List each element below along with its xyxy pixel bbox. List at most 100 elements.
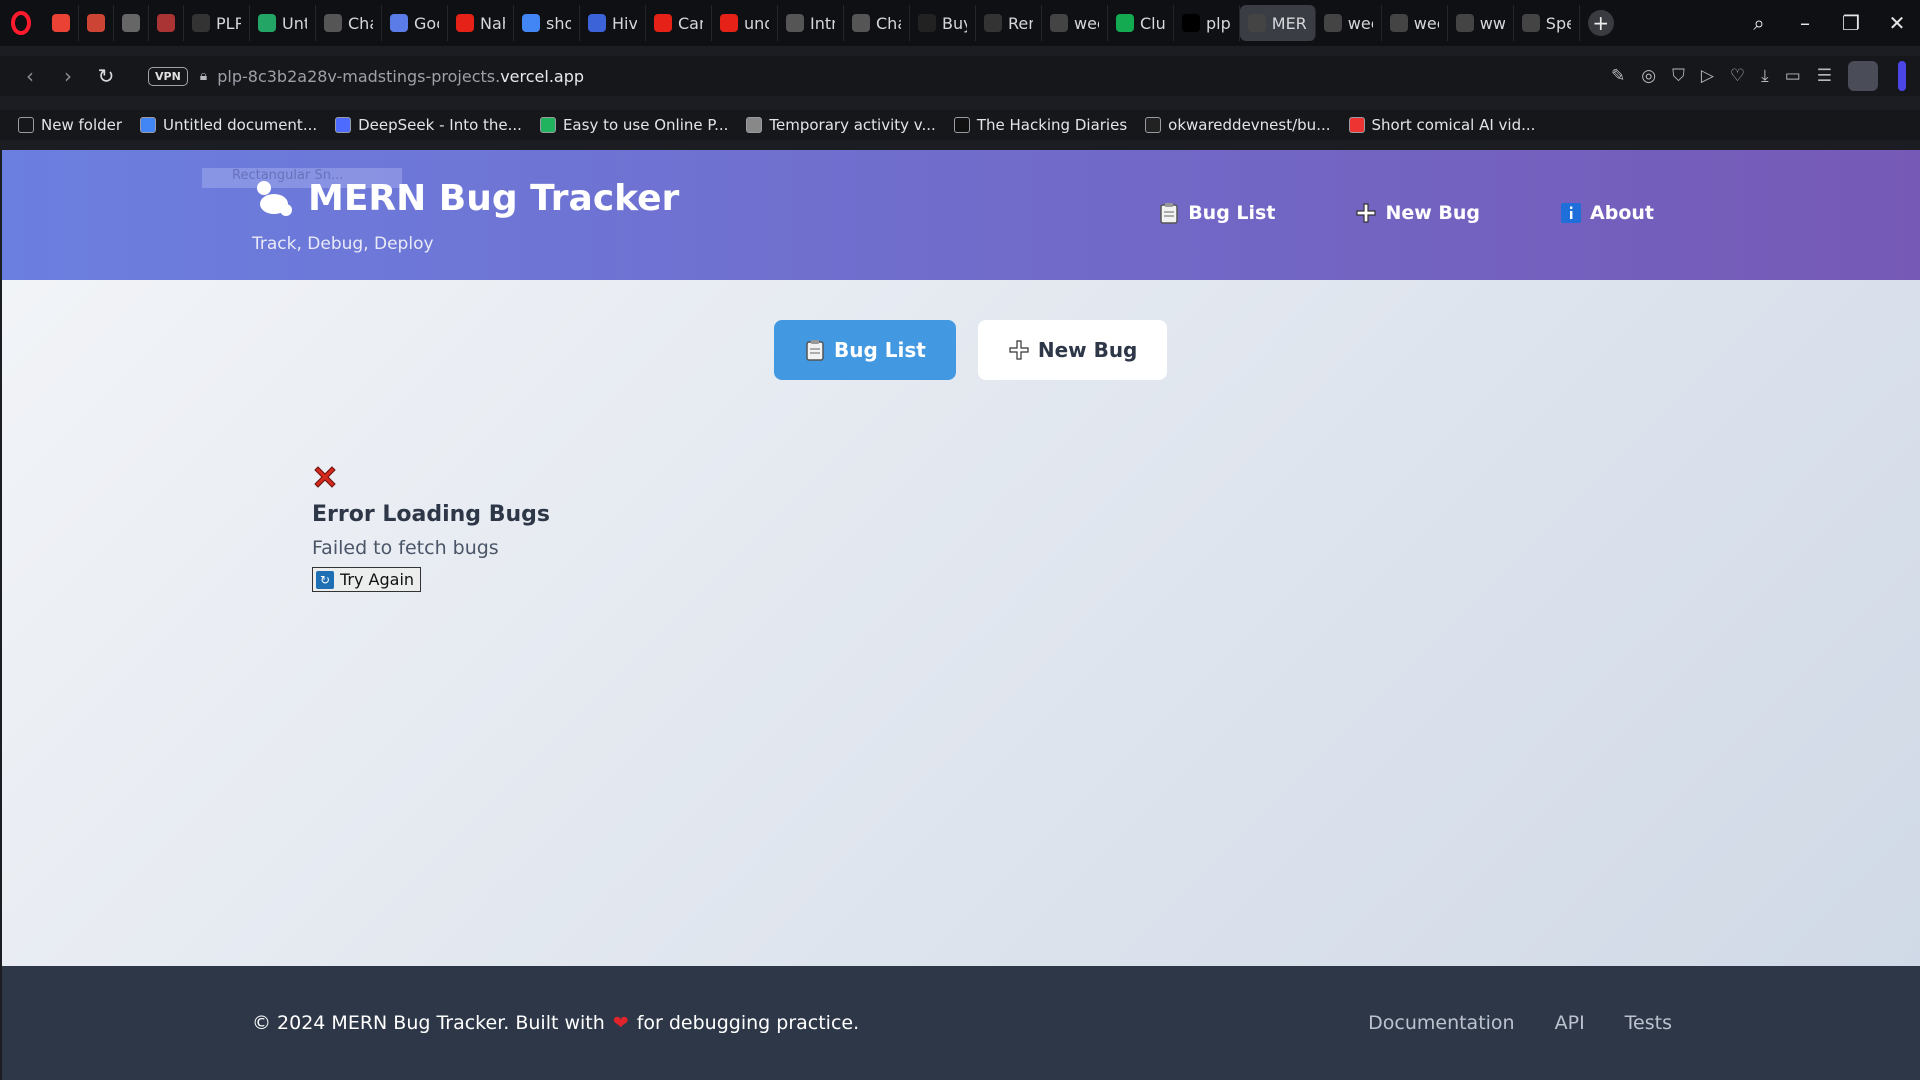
forward-button[interactable]: › [52, 60, 84, 92]
close-window-button[interactable]: ✕ [1874, 11, 1920, 35]
battery-icon[interactable]: ▭ [1785, 66, 1801, 86]
opera-menu-icon[interactable] [6, 8, 36, 38]
new-bug-button[interactable]: New Bug [977, 320, 1168, 380]
url-field[interactable]: plp-8c3b2a28v-madstings-projects.vercel.… [217, 67, 584, 86]
browser-tab[interactable]: Nah [448, 5, 514, 41]
browser-tab-label: www [1479, 13, 1505, 33]
bookmark-item[interactable]: New folder [18, 116, 122, 134]
brand[interactable]: MERN Bug Tracker [250, 176, 679, 220]
bookmark-label: The Hacking Diaries [976, 116, 1128, 134]
browser-tab[interactable]: Goo [382, 5, 448, 41]
github-icon [1145, 117, 1162, 133]
nav-new-bug-label: New Bug [1385, 202, 1481, 224]
browser-tab-label: wee [1413, 13, 1439, 33]
youtube-icon [456, 14, 474, 32]
browser-tab[interactable]: wee [1316, 5, 1382, 41]
browser-tab-label: Goo [414, 13, 439, 33]
browser-tab[interactable]: Can [646, 5, 712, 41]
browser-tab[interactable]: und [712, 5, 778, 41]
restore-button[interactable]: ❐ [1828, 11, 1874, 35]
search-tabs-icon[interactable]: ⌕ [1736, 11, 1782, 35]
browser-tab[interactable] [79, 5, 114, 41]
footer-links: Documentation API Tests [1368, 1012, 1672, 1034]
bookmarks-bar: New folder Untitled document... DeepSeek -… [0, 110, 1920, 140]
browser-tab[interactable]: wee [1382, 5, 1448, 41]
browser-tab[interactable] [114, 5, 149, 41]
app-footer: © 2024 MERN Bug Tracker. Built with ❤ fo… [2, 966, 1920, 1080]
browser-tab[interactable]: Clus [1108, 5, 1174, 41]
bookmark-item[interactable]: DeepSeek - Into the... [335, 116, 522, 134]
reload-button[interactable]: ↻ [90, 60, 122, 92]
nav-new-bug[interactable]: New Bug [1355, 202, 1480, 224]
browser-tab[interactable]: plp [1174, 5, 1240, 41]
browser-tab[interactable]: Unti [250, 5, 316, 41]
youtube-icon [654, 14, 672, 32]
browser-tab-label: Cha [348, 13, 373, 33]
minimize-button[interactable]: – [1782, 11, 1828, 35]
new-tab-button[interactable]: + [1587, 10, 1614, 36]
globe-icon [1389, 14, 1408, 32]
profile-avatar[interactable] [1848, 61, 1878, 91]
bookmark-item[interactable]: Temporary activity v... [746, 116, 936, 134]
browser-tab-label: PLP [216, 13, 241, 33]
play-icon[interactable]: ▷ [1701, 66, 1714, 86]
browser-tab[interactable]: Ren [976, 5, 1042, 41]
plus-icon [1355, 202, 1377, 224]
bookmark-item[interactable]: Untitled document... [140, 116, 317, 134]
nav-about[interactable]: About [1560, 202, 1654, 224]
browser-tab[interactable] [149, 5, 184, 41]
sidebar-toggle[interactable] [1898, 61, 1906, 91]
browser-tab-bar: PLP Unti Cha Goo Nah shov Hive Can und Intro Cha Bu… [0, 0, 1920, 46]
browser-tab[interactable]: PLP [184, 5, 250, 41]
bug-list-button[interactable]: Bug List [774, 320, 956, 380]
browser-tab[interactable]: MER [1239, 5, 1316, 41]
try-again-button[interactable]: ↻ Try Again [312, 567, 422, 592]
vpn-badge[interactable]: VPN [148, 66, 188, 86]
browser-tab[interactable] [44, 5, 79, 41]
lock-icon[interactable]: 🔒︎ [200, 68, 207, 84]
camera-icon[interactable]: ◎ [1641, 66, 1656, 86]
back-button[interactable]: ‹ [14, 60, 46, 92]
s-icon [539, 117, 556, 133]
browser-tab[interactable]: Hive [580, 5, 646, 41]
render-icon [984, 14, 1002, 32]
ai-icon [1348, 117, 1365, 133]
try-again-label: Try Again [340, 570, 415, 589]
url-domain: vercel.app [500, 66, 585, 86]
download-icon[interactable]: ⤓ [1761, 66, 1769, 86]
footer-link-documentation[interactable]: Documentation [1368, 1012, 1514, 1034]
edit-icon[interactable]: ✎ [1611, 66, 1625, 86]
browser-tab[interactable]: Buy [910, 5, 976, 41]
browser-tab[interactable]: Intro [778, 5, 844, 41]
app-title: MERN Bug Tracker [308, 177, 680, 219]
browser-tab[interactable]: www [1448, 5, 1514, 41]
bookmark-item[interactable]: Easy to use Online P... [539, 116, 729, 134]
browser-tab[interactable]: shov [514, 5, 580, 41]
app-icon [87, 14, 105, 32]
globe-icon [1323, 14, 1342, 32]
globe-icon [1247, 14, 1266, 32]
bookmark-label: Easy to use Online P... [562, 116, 729, 134]
footer-link-api[interactable]: API [1555, 1012, 1585, 1034]
browser-tab[interactable]: Spe [1514, 5, 1580, 41]
browser-tab-label: Can [678, 13, 703, 33]
bug-list-button-label: Bug List [834, 338, 926, 362]
github-icon [192, 14, 210, 32]
browser-tab[interactable]: wee [1042, 5, 1108, 41]
browser-tab-label: und [744, 13, 769, 33]
browser-tab-label: Spe [1545, 13, 1571, 33]
chatgpt-icon [324, 14, 342, 32]
bookmark-item[interactable]: Short comical AI vid... [1348, 116, 1535, 134]
browser-tab[interactable]: Cha [316, 5, 382, 41]
footer-link-tests[interactable]: Tests [1625, 1012, 1672, 1034]
bookmark-item[interactable]: The Hacking Diaries [953, 116, 1128, 134]
shield-icon[interactable]: ⛉ [1672, 66, 1685, 86]
browser-tab[interactable]: Cha [844, 5, 910, 41]
gmail-icon [52, 14, 70, 32]
bookmark-item[interactable]: okwareddevnest/bu... [1145, 116, 1331, 134]
nav-bug-list[interactable]: Bug List [1158, 202, 1275, 224]
browser-tab-label: Intro [810, 13, 835, 33]
heart-icon[interactable]: ♡ [1730, 66, 1745, 86]
page-viewport: Rectangular Sn... MERN Bug Tracker Track… [0, 150, 1920, 1080]
menu-icon[interactable]: ☰ [1817, 66, 1832, 86]
